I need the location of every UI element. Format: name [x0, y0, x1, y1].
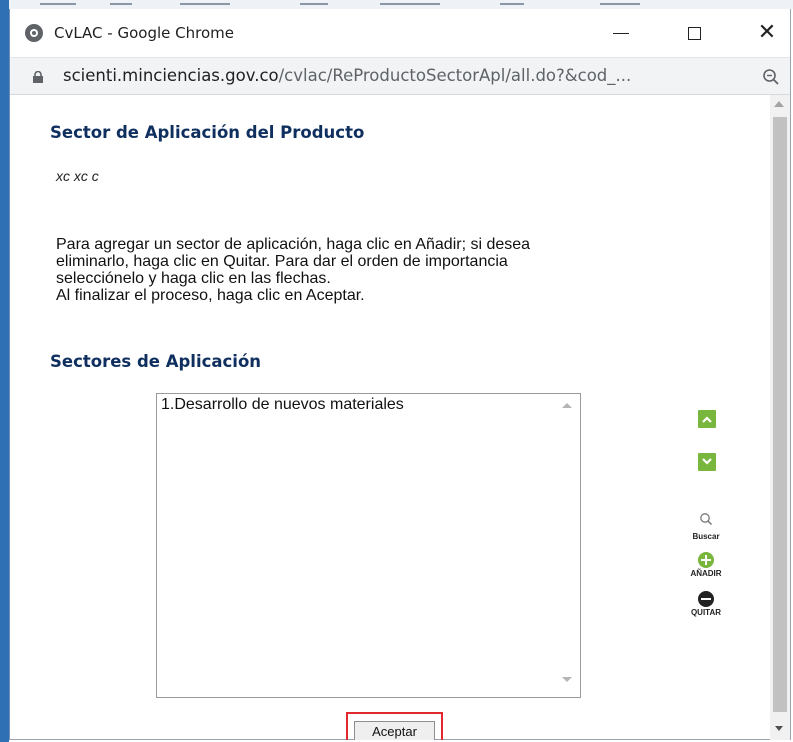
plus-circle-icon	[698, 552, 714, 568]
instruction-line: eliminarlo, haga clic en Quitar. Para da…	[56, 253, 508, 270]
sectores-heading: Sectores de Aplicación	[50, 352, 262, 371]
scroll-down-icon[interactable]	[775, 726, 783, 731]
window-title: CvLAC - Google Chrome	[54, 24, 234, 42]
close-icon: ✕	[757, 20, 777, 45]
instructions-text: Para agregar un sector de aplicación, ha…	[56, 236, 676, 304]
minimize-button[interactable]	[598, 15, 644, 51]
minimize-icon	[613, 32, 629, 34]
instruction-line: Para agregar un sector de aplicación, ha…	[56, 236, 531, 253]
scroll-up-icon[interactable]	[774, 101, 784, 107]
maximize-button[interactable]	[671, 15, 717, 51]
product-name: xc xc c	[56, 168, 99, 184]
quitar-label: QUITAR	[690, 608, 722, 617]
list-item[interactable]: 1.Desarrollo de nuevos materiales	[161, 396, 404, 414]
background-window-strip	[0, 0, 793, 9]
lock-icon	[33, 71, 43, 83]
url-text[interactable]: scienti.minciencias.gov.co/cvlac/ReProdu…	[63, 66, 631, 85]
address-bar[interactable]: scienti.minciencias.gov.co/cvlac/ReProdu…	[10, 57, 790, 95]
background-window-edge	[0, 0, 9, 742]
maximize-icon	[687, 26, 701, 40]
close-button[interactable]: ✕	[744, 15, 790, 51]
listbox-scroll-up-icon[interactable]	[562, 403, 572, 408]
zoom-icon[interactable]	[762, 68, 780, 86]
page-scrollbar[interactable]	[770, 95, 790, 740]
buscar-button[interactable]: Buscar	[678, 512, 734, 541]
chevron-up-icon	[702, 416, 712, 423]
chrome-popup-window: CvLAC - Google Chrome ✕ scienti.mincienc…	[9, 9, 791, 740]
url-path: /cvlac/ReProductoSectorApl/all.do?&cod_.…	[278, 66, 632, 85]
title-bar[interactable]: CvLAC - Google Chrome ✕	[10, 9, 790, 57]
anadir-label: AÑADIR	[690, 569, 722, 578]
sectores-listbox[interactable]: 1.Desarrollo de nuevos materiales	[156, 393, 581, 698]
minus-circle-icon	[698, 591, 714, 607]
instruction-line: Al finalizar el proceso, haga clic en Ac…	[56, 287, 365, 304]
move-up-button[interactable]	[698, 410, 716, 428]
accept-highlight: Aceptar	[346, 712, 443, 740]
move-down-button[interactable]	[698, 453, 716, 471]
chevron-down-icon	[702, 458, 712, 465]
url-host: scienti.minciencias.gov.co	[63, 66, 279, 85]
scroll-thumb[interactable]	[773, 117, 787, 712]
instruction-line: selecciónelo y haga clic en las flechas.	[56, 270, 331, 287]
search-icon	[700, 513, 713, 526]
page-content: Sector de Aplicación del Producto xc xc …	[10, 95, 770, 740]
buscar-label: Buscar	[692, 532, 720, 541]
quitar-button[interactable]: QUITAR	[678, 591, 734, 617]
chrome-logo-icon	[25, 24, 43, 42]
listbox-scroll-down-icon[interactable]	[562, 677, 572, 682]
anadir-button[interactable]: AÑADIR	[678, 552, 734, 578]
accept-button[interactable]: Aceptar	[354, 721, 435, 740]
page-title: Sector de Aplicación del Producto	[50, 123, 365, 142]
